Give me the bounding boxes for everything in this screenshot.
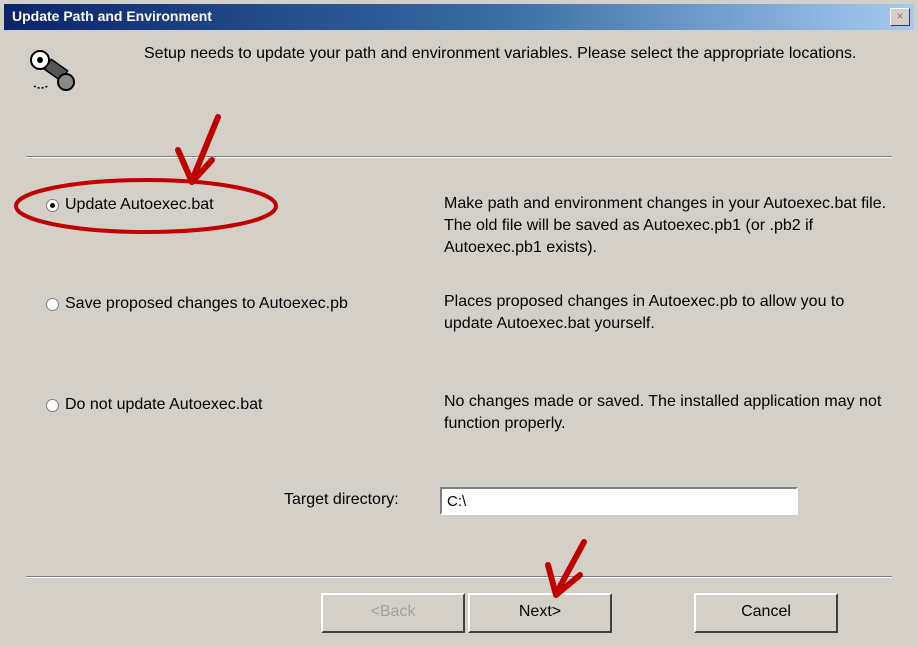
option-label[interactable]: Do not update Autoexec.bat <box>65 396 262 414</box>
footer-separator <box>26 576 892 578</box>
back-button[interactable]: <Back <box>321 593 465 633</box>
window-title: Update Path and Environment <box>12 8 212 24</box>
target-directory-label: Target directory: <box>284 491 399 508</box>
radio-save-proposed[interactable] <box>46 297 59 311</box>
setup-key-icon <box>30 50 75 91</box>
intro-text: Setup needs to update your path and envi… <box>144 45 857 62</box>
option-description: Make path and environment changes in you… <box>444 195 887 256</box>
next-button[interactable]: Next> <box>468 593 612 633</box>
option-label[interactable]: Save proposed changes to Autoexec.pb <box>65 295 348 313</box>
arrow-annotation-next <box>545 539 587 598</box>
option-update-autoexec[interactable]: Update Autoexec.bat <box>46 196 214 214</box>
option-save-proposed[interactable]: Save proposed changes to Autoexec.pb <box>46 295 348 313</box>
option-label[interactable]: Update Autoexec.bat <box>65 196 214 214</box>
option-description: Places proposed changes in Autoexec.pb t… <box>444 293 845 332</box>
header-separator <box>26 156 892 158</box>
title-bar: Update Path and Environment × <box>4 4 914 30</box>
radio-do-not-update[interactable] <box>46 398 59 412</box>
option-description: No changes made or saved. The installed … <box>444 393 882 432</box>
target-directory-input[interactable] <box>440 487 798 515</box>
option-do-not-update[interactable]: Do not update Autoexec.bat <box>46 396 262 414</box>
close-button[interactable]: × <box>890 8 910 26</box>
cancel-button[interactable]: Cancel <box>694 593 838 633</box>
radio-update-autoexec[interactable] <box>46 198 59 212</box>
header-area: Setup needs to update your path and envi… <box>4 30 914 156</box>
